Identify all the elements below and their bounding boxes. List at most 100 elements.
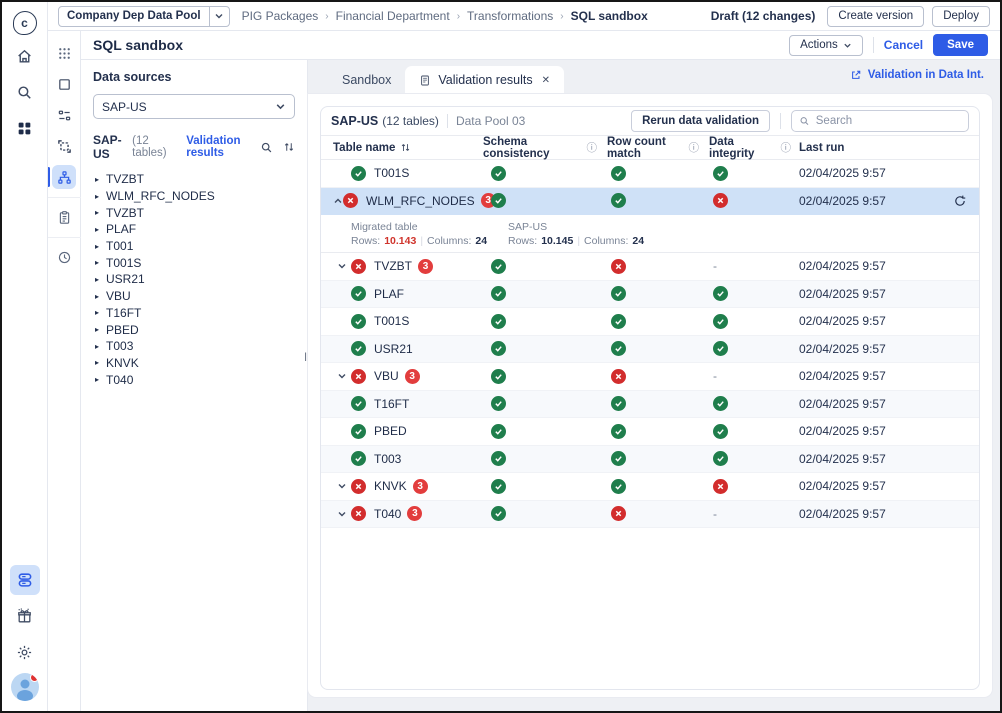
breadcrumb-item: SQL sandbox: [571, 9, 648, 23]
detail-values: Rows:10.145|Columns:24: [508, 235, 665, 247]
chevron-down-icon[interactable]: [209, 7, 229, 26]
tree-item[interactable]: ▸VBU: [93, 288, 295, 305]
expand-triangle-icon[interactable]: ▸: [95, 258, 99, 267]
columns-label: Columns:: [584, 235, 628, 247]
pool-selector[interactable]: Company Dep Data Pool: [58, 6, 230, 27]
transformations-hierarchy-icon[interactable]: [52, 165, 76, 189]
table-row[interactable]: USR2102/04/2025 9:57: [321, 336, 979, 364]
tree-item[interactable]: ▸PBED: [93, 321, 295, 338]
table-row[interactable]: T0403-02/04/2025 9:57: [321, 501, 979, 529]
save-button[interactable]: Save: [933, 34, 988, 56]
expand-triangle-icon[interactable]: ▸: [95, 358, 99, 367]
transform-icon[interactable]: [52, 134, 76, 158]
frame-icon[interactable]: [52, 72, 76, 96]
rows-settings-icon[interactable]: [52, 103, 76, 127]
table-row[interactable]: T16FT02/04/2025 9:57: [321, 391, 979, 419]
data-pools-icon[interactable]: [10, 565, 40, 595]
tree-item[interactable]: ▸T040: [93, 371, 295, 388]
table-row[interactable]: PBED02/04/2025 9:57: [321, 418, 979, 446]
info-icon[interactable]: ⓘ: [587, 140, 598, 155]
table-search[interactable]: [791, 110, 969, 132]
tree-item[interactable]: ▸TVZBT: [93, 171, 295, 188]
info-icon[interactable]: ⓘ: [689, 140, 700, 155]
table-row[interactable]: WLM_RFC_NODES302/04/2025 9:57: [321, 188, 979, 216]
status-ok-icon: [611, 286, 626, 301]
close-tab-icon[interactable]: ✕: [542, 75, 550, 86]
clipboard-icon[interactable]: [52, 205, 76, 229]
rerun-validation-button[interactable]: Rerun data validation: [631, 110, 770, 132]
chevron-down-icon[interactable]: [333, 481, 351, 491]
search-icon[interactable]: [10, 77, 40, 107]
create-version-button[interactable]: Create version: [827, 6, 924, 27]
sort-icon[interactable]: [283, 141, 295, 153]
chevron-down-icon[interactable]: [333, 371, 351, 381]
table-row[interactable]: T00302/04/2025 9:57: [321, 446, 979, 474]
actions-button[interactable]: Actions: [789, 35, 863, 56]
tab-validation-results[interactable]: Validation results ✕: [405, 66, 564, 94]
status-ok-icon: [351, 314, 366, 329]
divider: [780, 113, 781, 129]
apps-icon[interactable]: [10, 113, 40, 143]
info-icon[interactable]: ⓘ: [781, 140, 792, 155]
search-input[interactable]: [816, 115, 961, 127]
error-count-badge: 3: [413, 479, 428, 494]
expand-triangle-icon[interactable]: ▸: [95, 292, 99, 301]
tab-bar: Sandbox Validation results ✕ Validation in…: [308, 60, 1000, 94]
table-row[interactable]: VBU3-02/04/2025 9:57: [321, 363, 979, 391]
validation-results-link[interactable]: Validation results: [186, 135, 260, 159]
tab-label: Validation results: [438, 73, 532, 87]
tree-item[interactable]: ▸T16FT: [93, 305, 295, 322]
table-row[interactable]: T001S02/04/2025 9:57: [321, 160, 979, 188]
tab-sandbox[interactable]: Sandbox: [328, 66, 405, 94]
tree-item[interactable]: ▸TVZBT: [93, 204, 295, 221]
schema-consistency-cell: [471, 259, 597, 274]
column-sort-icon[interactable]: [400, 142, 411, 153]
validation-in-data-int-link[interactable]: Validation in Data Int.: [850, 69, 984, 81]
table-row[interactable]: PLAF02/04/2025 9:57: [321, 281, 979, 309]
data-integrity-cell: [699, 479, 791, 494]
expand-triangle-icon[interactable]: ▸: [95, 175, 99, 184]
rows-value: 10.143: [384, 235, 416, 247]
table-row[interactable]: T001S02/04/2025 9:57: [321, 308, 979, 336]
home-icon[interactable]: [10, 41, 40, 71]
expand-triangle-icon[interactable]: ▸: [95, 192, 99, 201]
breadcrumb-item[interactable]: Financial Department: [336, 9, 450, 23]
user-avatar[interactable]: [11, 673, 39, 701]
expand-triangle-icon[interactable]: ▸: [95, 342, 99, 351]
expand-triangle-icon[interactable]: ▸: [95, 225, 99, 234]
expand-triangle-icon[interactable]: ▸: [95, 242, 99, 251]
table-row[interactable]: KNVK302/04/2025 9:57: [321, 473, 979, 501]
grid-dots-icon[interactable]: [52, 41, 76, 65]
celonis-logo: c: [13, 11, 37, 35]
tree-item[interactable]: ▸T001: [93, 238, 295, 255]
schema-consistency-cell: [471, 369, 597, 384]
tree-item[interactable]: ▸KNVK: [93, 355, 295, 372]
chevron-up-icon[interactable]: [333, 196, 343, 206]
expand-triangle-icon[interactable]: ▸: [95, 308, 99, 317]
history-clock-icon[interactable]: [52, 245, 76, 269]
data-source-select[interactable]: SAP-US: [93, 94, 295, 119]
expand-triangle-icon[interactable]: ▸: [95, 275, 99, 284]
chevron-down-icon[interactable]: [333, 261, 351, 271]
error-count-badge: 3: [407, 506, 422, 521]
tree-item[interactable]: ▸T001S: [93, 254, 295, 271]
expand-triangle-icon[interactable]: ▸: [95, 208, 99, 217]
breadcrumb-item[interactable]: Transformations: [467, 9, 553, 23]
tree-item[interactable]: ▸USR21: [93, 271, 295, 288]
deploy-button[interactable]: Deploy: [932, 6, 990, 27]
breadcrumb-item[interactable]: PIG Packages: [242, 9, 319, 23]
table-row[interactable]: TVZBT3-02/04/2025 9:57: [321, 253, 979, 281]
expand-triangle-icon[interactable]: ▸: [95, 375, 99, 384]
tree-item[interactable]: ▸WLM_RFC_NODES: [93, 188, 295, 205]
tree-item[interactable]: ▸T003: [93, 338, 295, 355]
chevron-down-icon[interactable]: [333, 509, 351, 519]
expand-triangle-icon[interactable]: ▸: [95, 325, 99, 334]
settings-gear-icon[interactable]: [10, 637, 40, 667]
cancel-button[interactable]: Cancel: [884, 38, 923, 52]
page-title: SQL sandbox: [93, 37, 183, 53]
search-icon[interactable]: [260, 141, 273, 154]
status-error-icon: [611, 369, 626, 384]
tree-item[interactable]: ▸PLAF: [93, 221, 295, 238]
gift-icon[interactable]: [10, 601, 40, 631]
refresh-icon[interactable]: [953, 194, 967, 208]
